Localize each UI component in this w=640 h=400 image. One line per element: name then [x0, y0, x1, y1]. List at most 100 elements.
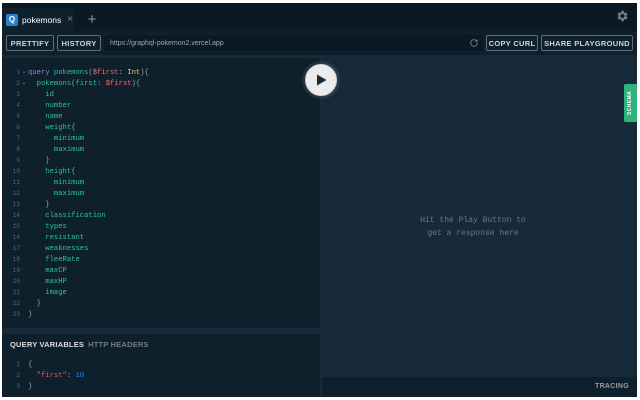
code-token: "first": [28, 371, 67, 380]
code-token: maximum: [28, 145, 85, 154]
tab-bar: Q pokemons × +: [2, 3, 637, 31]
code-line[interactable]: 1{: [2, 359, 320, 370]
schema-tab[interactable]: SCHEMA: [624, 84, 637, 122]
line-number: 19: [12, 267, 20, 274]
code-token: query: [28, 68, 54, 77]
code-token: }: [28, 310, 33, 319]
tab-http-headers[interactable]: HTTP HEADERS: [88, 340, 149, 349]
code-token: minimum: [28, 178, 85, 187]
toolbar: PRETTIFY HISTORY https://graphql-pokemon…: [2, 31, 637, 55]
line-number: 7: [16, 135, 20, 142]
code-line[interactable]: 8 maximum: [2, 144, 320, 155]
fold-arrow-icon[interactable]: ▾: [20, 81, 28, 87]
tracing-bar[interactable]: TRACING: [322, 377, 637, 397]
code-token: 10: [75, 371, 85, 380]
gear-icon[interactable]: [615, 9, 629, 23]
graphql-q-icon: Q: [6, 13, 18, 26]
line-number: 12: [12, 190, 20, 197]
code-line[interactable]: 18 fleeRate: [2, 254, 320, 265]
tab-label: pokemons: [22, 14, 62, 25]
reload-icon[interactable]: [469, 38, 479, 48]
copy-curl-button[interactable]: COPY CURL: [486, 35, 538, 51]
code-token: types: [28, 222, 67, 231]
code-line[interactable]: 7 minimum: [2, 133, 320, 144]
code-line[interactable]: 2 ▾ pokemons(first: $first){: [2, 78, 320, 89]
schema-tab-label: SCHEMA: [627, 90, 634, 116]
code-token: name: [28, 112, 63, 121]
code-token: first: [75, 79, 98, 88]
code-token: weaknesses: [28, 244, 89, 253]
code-line[interactable]: 16 resistant: [2, 232, 320, 243]
variables-editor[interactable]: 1{2 "first": 10 3}: [2, 354, 320, 397]
history-button[interactable]: HISTORY: [57, 35, 101, 51]
close-icon[interactable]: ×: [67, 14, 73, 25]
line-number: 13: [12, 201, 20, 208]
line-number: 5: [16, 113, 20, 120]
code-line[interactable]: 6 weight{: [2, 122, 320, 133]
code-token: classification: [28, 211, 106, 220]
code-token: resistant: [28, 233, 85, 242]
code-token: }: [28, 156, 50, 165]
code-line[interactable]: 21 image: [2, 287, 320, 298]
line-number: 9: [16, 157, 20, 164]
line-number: 18: [12, 256, 20, 263]
tab-query-variables[interactable]: QUERY VARIABLES: [10, 340, 84, 349]
line-number: 10: [12, 168, 20, 175]
code-line[interactable]: 15 types: [2, 221, 320, 232]
code-token: {: [71, 167, 76, 176]
code-token: minimum: [28, 134, 85, 143]
line-number: 1: [16, 69, 20, 76]
code-token: Int: [127, 68, 141, 77]
line-number: 6: [16, 124, 20, 131]
result-hint: Hit the Play Button to get a response he…: [322, 214, 624, 240]
code-token: $first: [105, 79, 132, 88]
code-line[interactable]: 23}: [2, 309, 320, 320]
code-line[interactable]: 3}: [2, 381, 320, 392]
code-line[interactable]: 12 maximum: [2, 188, 320, 199]
tab-pokemons[interactable]: Q pokemons ×: [2, 8, 74, 31]
code-line[interactable]: 17 weaknesses: [2, 243, 320, 254]
graphql-playground: Q pokemons × + PRETTIFY HISTORY https://…: [2, 3, 637, 397]
code-token: maxCP: [28, 266, 67, 275]
tracing-label: TRACING: [595, 383, 629, 390]
code-line[interactable]: 4 number: [2, 100, 320, 111]
play-icon: [317, 74, 327, 86]
code-line[interactable]: 2 "first": 10: [2, 370, 320, 381]
line-number: 3: [16, 91, 20, 98]
add-tab-button[interactable]: +: [82, 10, 102, 28]
hint-line-1: Hit the Play Button to: [420, 216, 526, 225]
line-number: 15: [12, 223, 20, 230]
code-token: }: [28, 299, 41, 308]
code-line[interactable]: 20 maxHP: [2, 276, 320, 287]
code-token: $first: [92, 68, 119, 77]
code-line[interactable]: 9 }: [2, 155, 320, 166]
code-token: image: [28, 288, 67, 297]
code-token: pokemons: [28, 79, 72, 88]
code-token: {: [71, 123, 76, 132]
line-number: 1: [16, 361, 20, 368]
code-line[interactable]: 13 }: [2, 199, 320, 210]
code-line[interactable]: 11 minimum: [2, 177, 320, 188]
line-number: 14: [12, 212, 20, 219]
play-button[interactable]: [305, 64, 337, 96]
line-number: 21: [12, 289, 20, 296]
code-line[interactable]: 10 height{: [2, 166, 320, 177]
code-line[interactable]: 1 ▾ query pokemons($first: Int){: [2, 67, 320, 78]
line-number: 16: [12, 234, 20, 241]
line-number: 3: [16, 383, 20, 390]
code-token: :: [97, 79, 106, 88]
endpoint-url-input[interactable]: https://graphql-pokemon2.vercel.app: [104, 35, 483, 51]
code-token: height: [28, 167, 72, 176]
code-token: :: [118, 68, 128, 77]
code-line[interactable]: 3 id: [2, 89, 320, 100]
code-line[interactable]: 14 classification: [2, 210, 320, 221]
prettify-button[interactable]: PRETTIFY: [6, 35, 54, 51]
code-line[interactable]: 19 maxCP: [2, 265, 320, 276]
code-line[interactable]: 22 }: [2, 298, 320, 309]
code-line[interactable]: 5 name: [2, 111, 320, 122]
fold-arrow-icon[interactable]: ▾: [20, 70, 28, 76]
line-number: 20: [12, 278, 20, 285]
share-playground-button[interactable]: SHARE PLAYGROUND: [541, 35, 633, 51]
code-token: fleeRate: [28, 255, 80, 264]
query-editor[interactable]: 1 ▾ query pokemons($first: Int){2 ▾ pokemon…: [2, 58, 320, 328]
